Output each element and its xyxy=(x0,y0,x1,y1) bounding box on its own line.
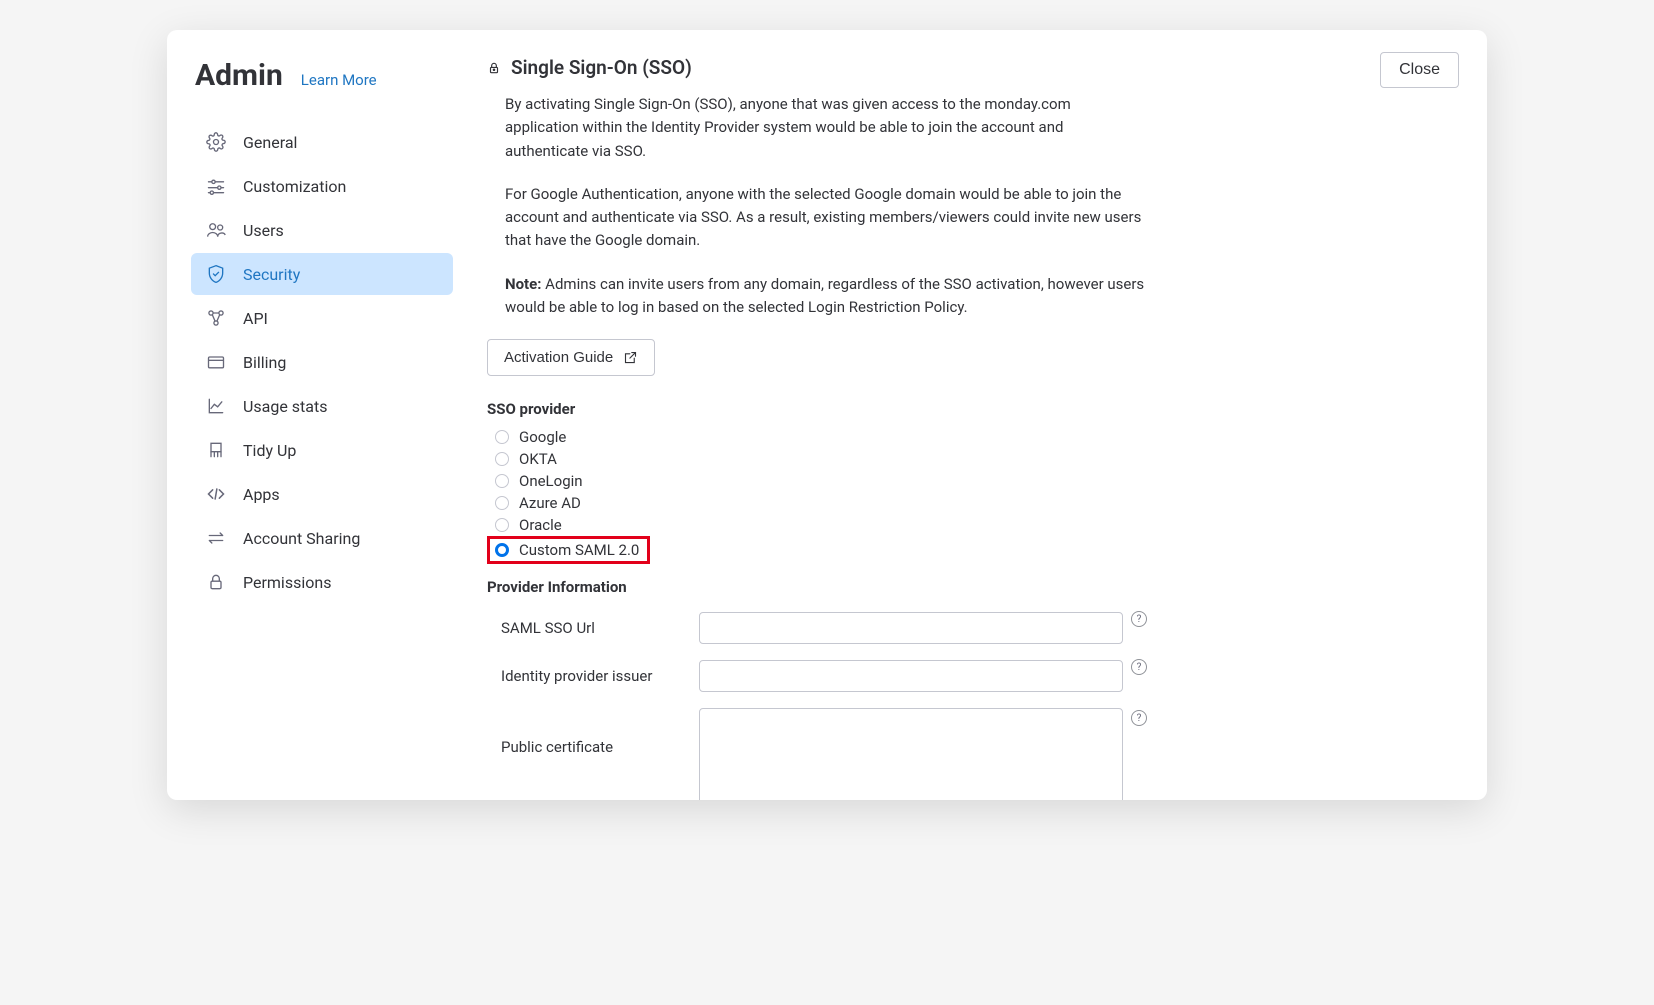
sidebar-item-apps[interactable]: Apps xyxy=(191,473,453,515)
swap-arrows-icon xyxy=(205,527,227,549)
radio-azuread[interactable]: Azure AD xyxy=(487,492,1147,514)
radio-label: Azure AD xyxy=(519,494,581,512)
radio-icon xyxy=(495,518,509,532)
radio-label: Custom SAML 2.0 xyxy=(519,541,639,559)
lock-small-icon xyxy=(487,60,501,76)
idp-issuer-label: Identity provider issuer xyxy=(501,667,691,685)
saml-sso-url-input[interactable] xyxy=(699,612,1123,644)
sidebar-item-label: Customization xyxy=(243,177,346,196)
broom-icon xyxy=(205,439,227,461)
sidebar-item-billing[interactable]: Billing xyxy=(191,341,453,383)
sliders-icon xyxy=(205,175,227,197)
admin-modal: Admin Learn More General Customization xyxy=(167,30,1487,800)
api-icon xyxy=(205,307,227,329)
sidebar: Admin Learn More General Customization xyxy=(167,30,467,800)
field-public-certificate: Public certificate ? xyxy=(487,708,1147,800)
radio-label: OneLogin xyxy=(519,472,583,490)
sidebar-item-api[interactable]: API xyxy=(191,297,453,339)
chart-line-icon xyxy=(205,395,227,417)
radio-onelogin[interactable]: OneLogin xyxy=(487,470,1147,492)
radio-okta[interactable]: OKTA xyxy=(487,448,1147,470)
description-note: Note: Admins can invite users from any d… xyxy=(487,273,1147,320)
sidebar-item-label: Tidy Up xyxy=(243,441,296,460)
sso-provider-list: Google OKTA OneLogin Azure AD Oracle Cus… xyxy=(487,426,1147,564)
nav-list: General Customization Users Security xyxy=(191,121,453,603)
radio-oracle[interactable]: Oracle xyxy=(487,514,1147,536)
sidebar-item-account-sharing[interactable]: Account Sharing xyxy=(191,517,453,559)
note-text: Admins can invite users from any domain,… xyxy=(505,275,1144,316)
public-cert-input[interactable] xyxy=(699,708,1123,800)
field-idp-issuer: Identity provider issuer ? xyxy=(487,660,1147,692)
sidebar-item-label: Billing xyxy=(243,353,286,372)
credit-card-icon xyxy=(205,351,227,373)
gear-icon xyxy=(205,131,227,153)
provider-info-label: Provider Information xyxy=(487,578,1147,596)
sidebar-item-users[interactable]: Users xyxy=(191,209,453,251)
activation-guide-button[interactable]: Activation Guide xyxy=(487,339,655,376)
lock-icon xyxy=(205,571,227,593)
close-button[interactable]: Close xyxy=(1380,52,1459,88)
radio-icon xyxy=(495,496,509,510)
help-icon[interactable]: ? xyxy=(1131,659,1147,675)
radio-google[interactable]: Google xyxy=(487,426,1147,448)
sidebar-item-permissions[interactable]: Permissions xyxy=(191,561,453,603)
users-icon xyxy=(205,219,227,241)
sso-provider-label: SSO provider xyxy=(487,400,1147,418)
sidebar-item-label: Usage stats xyxy=(243,397,327,416)
shield-icon xyxy=(205,263,227,285)
sidebar-item-label: Apps xyxy=(243,485,280,504)
sidebar-item-general[interactable]: General xyxy=(191,121,453,163)
external-link-icon xyxy=(623,350,638,365)
sidebar-item-usage-stats[interactable]: Usage stats xyxy=(191,385,453,427)
description-2: For Google Authentication, anyone with t… xyxy=(487,183,1147,253)
radio-icon xyxy=(495,452,509,466)
sidebar-title: Admin xyxy=(195,58,283,93)
radio-icon xyxy=(495,543,509,557)
code-icon xyxy=(205,483,227,505)
public-cert-label: Public certificate xyxy=(501,708,691,756)
main-content: Close Single Sign-On (SSO) By activating… xyxy=(467,30,1487,800)
sidebar-header: Admin Learn More xyxy=(191,58,453,93)
learn-more-link[interactable]: Learn More xyxy=(301,71,377,89)
page-heading: Single Sign-On (SSO) xyxy=(487,56,1147,79)
sidebar-item-label: Permissions xyxy=(243,573,331,592)
radio-icon xyxy=(495,474,509,488)
sidebar-item-tidy-up[interactable]: Tidy Up xyxy=(191,429,453,471)
saml-sso-url-label: SAML SSO Url xyxy=(501,619,691,637)
page-heading-text: Single Sign-On (SSO) xyxy=(511,56,692,79)
sidebar-item-label: General xyxy=(243,133,297,152)
radio-label: Google xyxy=(519,428,566,446)
sidebar-item-security[interactable]: Security xyxy=(191,253,453,295)
sidebar-item-label: API xyxy=(243,309,268,328)
sidebar-item-label: Security xyxy=(243,265,300,284)
description-1: By activating Single Sign-On (SSO), anyo… xyxy=(487,93,1147,163)
radio-label: Oracle xyxy=(519,516,562,534)
activation-guide-label: Activation Guide xyxy=(504,349,613,366)
sidebar-item-label: Account Sharing xyxy=(243,529,360,548)
radio-icon xyxy=(495,430,509,444)
radio-label: OKTA xyxy=(519,450,557,468)
idp-issuer-input[interactable] xyxy=(699,660,1123,692)
help-icon[interactable]: ? xyxy=(1131,710,1147,726)
note-label: Note: xyxy=(505,275,541,293)
help-icon[interactable]: ? xyxy=(1131,611,1147,627)
sidebar-item-customization[interactable]: Customization xyxy=(191,165,453,207)
sidebar-item-label: Users xyxy=(243,221,284,240)
radio-custom-saml[interactable]: Custom SAML 2.0 xyxy=(487,536,650,564)
field-saml-sso-url: SAML SSO Url ? xyxy=(487,612,1147,644)
